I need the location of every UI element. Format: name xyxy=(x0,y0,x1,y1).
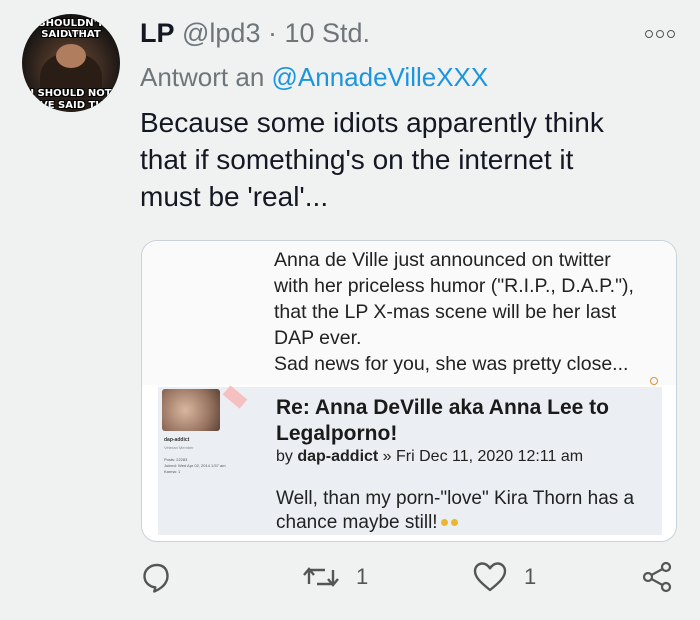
emoji-icon xyxy=(450,519,458,527)
share-button[interactable] xyxy=(640,560,674,594)
link-dot-icon xyxy=(650,377,658,385)
avatar-face xyxy=(56,44,86,68)
forum-post-meta: by dap-addict » Fri Dec 11, 2020 12:11 a… xyxy=(276,447,656,467)
reply-icon xyxy=(140,560,174,594)
like-count: 1 xyxy=(524,564,537,589)
reply-prefix: Antwort an xyxy=(140,62,272,92)
author-name[interactable]: LP xyxy=(140,18,175,49)
forum-post-snippet: dap-addict Veteran Member Posts: 22283 J… xyxy=(158,385,662,535)
forum-avatar xyxy=(162,389,220,431)
quoted-text-panel: Anna de Ville just announced on twitter … xyxy=(142,241,676,385)
emoji-icon xyxy=(440,519,448,527)
more-options-icon[interactable] xyxy=(645,30,675,38)
forum-user-role: Veteran Member xyxy=(164,445,194,450)
reply-button[interactable] xyxy=(140,560,190,594)
tweet-text: Because some idiots apparently think tha… xyxy=(140,107,604,212)
tweet-actions-bar: 1 1 xyxy=(0,560,700,604)
forum-username: dap-addict xyxy=(164,437,190,443)
forum-badge xyxy=(222,385,248,409)
author-handle-time[interactable]: @lpd3 · 10 Std. xyxy=(182,18,370,49)
forum-user-stats: Posts: 22283 Joined: Wed Apr 02, 2014 1:… xyxy=(164,457,226,474)
forum-body-text: Well, than my porn-"love" Kira Thorn has… xyxy=(276,488,635,533)
quoted-text: Anna de Ville just announced on twitter … xyxy=(274,249,634,375)
reply-context: Antwort an @AnnadeVilleXXX xyxy=(140,62,488,93)
avatar-meme-line-3: I SHOULD NOT xyxy=(30,88,112,99)
forum-post-title: Re: Anna DeVille aka Anna Lee to Legalpo… xyxy=(276,396,609,445)
retweet-icon xyxy=(302,560,340,594)
forum-meta-date: » Fri Dec 11, 2020 12:11 am xyxy=(378,448,584,465)
forum-post-body: Well, than my porn-"love" Kira Thorn has… xyxy=(276,487,660,535)
retweet-count: 1 xyxy=(356,564,369,589)
like-button[interactable]: 1 xyxy=(472,560,536,594)
avatar-meme-line-4: HAVE SAID THAT xyxy=(24,100,118,111)
avatar-meme-line-2: SAID THAT xyxy=(41,29,101,40)
forum-meta-by: by xyxy=(276,448,298,465)
author-avatar[interactable]: SHOULDN'T HAVE SAID THAT I SHOULD NOT HA… xyxy=(22,14,120,112)
heart-icon xyxy=(472,560,508,594)
reply-mention-link[interactable]: @AnnadeVilleXXX xyxy=(272,62,489,92)
share-icon xyxy=(640,560,674,594)
retweet-button[interactable]: 1 xyxy=(302,560,368,594)
forum-meta-user: dap-addict xyxy=(297,448,379,465)
attached-image-card[interactable]: Anna de Ville just announced on twitter … xyxy=(141,240,677,542)
